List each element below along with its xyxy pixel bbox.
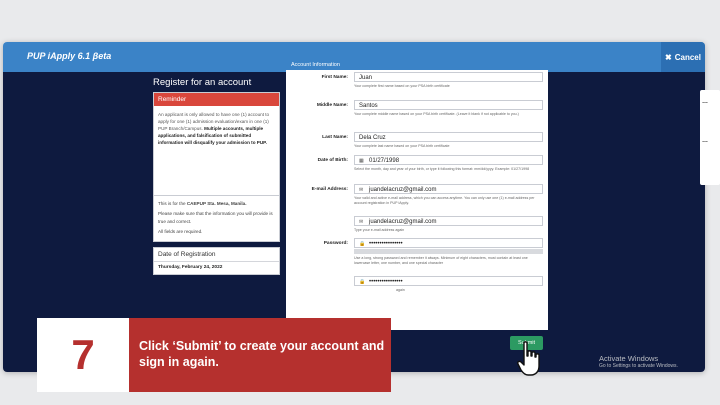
reminder-heading: Reminder [154, 93, 279, 106]
envelope-icon: ✉ [359, 187, 364, 193]
background-window-edge: … … [700, 90, 720, 185]
lock-icon: 🔒 [359, 279, 366, 285]
email-confirm-value: juandelacruz@gmail.com [369, 219, 437, 225]
calendar-icon: ▦ [359, 158, 364, 164]
first-name-input[interactable]: Juan [354, 72, 543, 82]
activate-windows-watermark: Activate Windows Go to Settings to activ… [599, 354, 678, 369]
required-note: All fields are required. [158, 229, 203, 235]
envelope-icon: ✉ [359, 219, 364, 225]
date-heading: Date of Registration [154, 248, 279, 262]
email-value: juandelacruz@gmail.com [369, 187, 437, 193]
dob-label: Date of Birth: [317, 158, 348, 163]
date-of-registration-card: Date of Registration Thursday, February … [153, 247, 280, 275]
password-label: Password: [323, 241, 348, 246]
email-label: E-mail Address: [311, 187, 348, 192]
campus-info-card: This is for the CAEPUP Sta. Mesa, Manila… [153, 195, 280, 242]
account-information-form: Account Information First Name: Juan You… [286, 60, 548, 330]
password-confirm-value: •••••••••••••••• [369, 279, 403, 285]
password-help: Use a long, strong password and remember… [354, 256, 528, 266]
password-confirm-input[interactable]: 🔒 •••••••••••••••• [354, 276, 543, 286]
watermark-title: Activate Windows [599, 354, 659, 363]
hand-pointer-icon [517, 341, 540, 376]
cancel-button[interactable]: ✖ Cancel [661, 42, 705, 72]
watermark-subtitle: Go to Settings to activate Windows. [599, 363, 678, 369]
dob-value: 01/27/1998 [369, 158, 400, 164]
last-name-help: Your complete last name based on your PS… [354, 144, 450, 148]
account-info-heading: Account Information [286, 60, 548, 70]
date-value: Thursday, February 24, 2022 [158, 265, 223, 270]
step-instruction: Click ‘Submit’ to create your account an… [129, 318, 391, 392]
campus-name: CAEPUP Sta. Mesa, Manila. [186, 201, 247, 206]
app-title: PUP iApply 6.1 βeta [27, 51, 112, 61]
dob-help: Select the month, day and year of your b… [354, 167, 530, 171]
middle-name-help: Your complete middle name based on your … [354, 112, 519, 116]
email-input[interactable]: ✉ juandelacruz@gmail.com [354, 184, 543, 194]
email-confirm-input[interactable]: ✉ juandelacruz@gmail.com [354, 216, 543, 226]
reminder-text: An applicant is only allowed to have one… [154, 106, 279, 152]
first-name-help: Your complete first name based on your P… [354, 84, 450, 88]
close-icon: ✖ [665, 52, 672, 62]
campus-prefix: This is for the [158, 201, 186, 206]
accuracy-note: Please make sure that the information yo… [158, 211, 273, 224]
password-input[interactable]: 🔒 •••••••••••••••• [354, 238, 543, 248]
step-number: 7 [37, 318, 129, 392]
password-strength-bar [354, 249, 543, 254]
email-help: Your valid and active e-mail address, wh… [354, 196, 535, 206]
cancel-label: Cancel [674, 52, 701, 62]
edge-text-2: … [702, 138, 708, 144]
password-value: •••••••••••••••• [369, 241, 403, 247]
email-confirm-help: Type your e-mail address again [354, 228, 405, 232]
edge-text-1: … [702, 99, 708, 105]
last-name-label: Last Name: [322, 135, 348, 140]
password-confirm-help: again [396, 288, 405, 292]
middle-name-input[interactable]: Santos [354, 100, 543, 110]
dob-input[interactable]: ▦ 01/27/1998 [354, 155, 543, 165]
lock-icon: 🔒 [359, 241, 366, 247]
middle-name-label: Middle Name: [316, 103, 348, 108]
last-name-input[interactable]: Dela Cruz [354, 132, 543, 142]
campus-line: This is for the CAEPUP Sta. Mesa, Manila… [158, 200, 275, 207]
first-name-label: First Name: [321, 75, 348, 80]
page-title: Register for an account [153, 77, 252, 88]
